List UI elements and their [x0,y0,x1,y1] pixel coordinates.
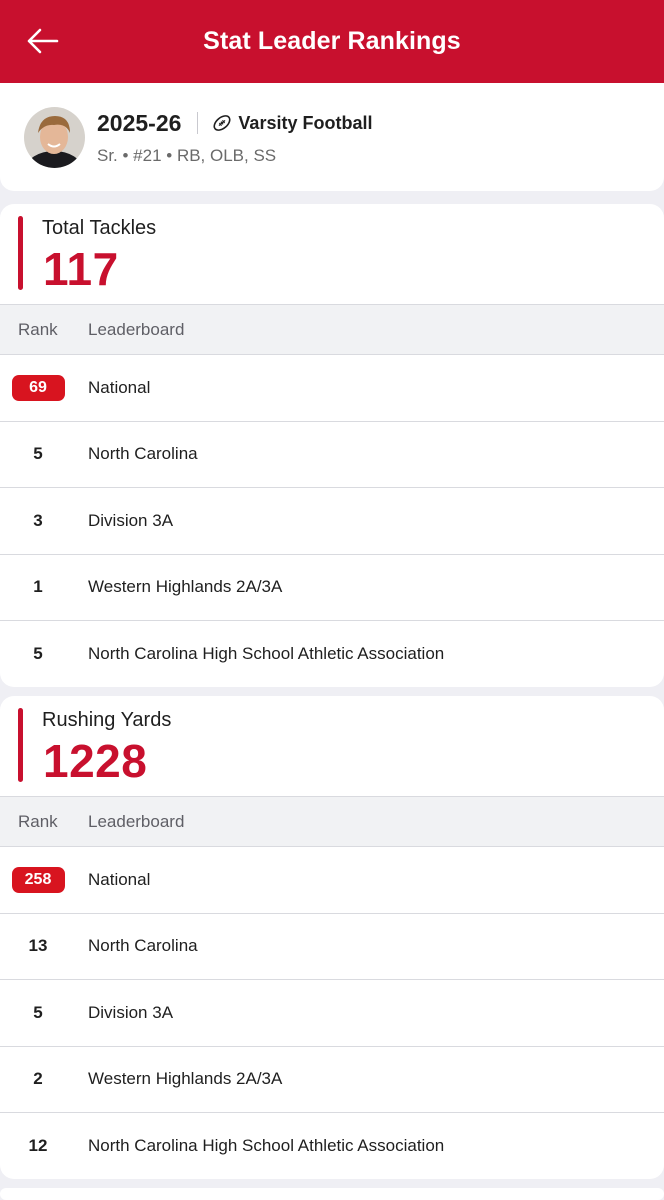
table-row[interactable]: 5 North Carolina High School Athletic As… [0,620,664,687]
table-row[interactable]: 13 North Carolina [0,912,664,980]
leaderboard-column-header: Leaderboard [88,811,185,831]
table-header: Rank Leaderboard [0,796,664,846]
stat-value: 117 [43,243,119,295]
leaderboard-name: Division 3A [88,510,174,530]
stat-header: Total Tackles 117 [0,204,664,304]
table-row[interactable]: 69 National [0,354,664,421]
rank-cell: 5 [33,1002,43,1022]
leaderboard-name: National [88,377,151,397]
rank-cell: 1 [33,577,43,597]
player-info: 2025-26 Varsity Football Sr. • #21 • RB,… [97,108,372,166]
leaderboard-name: North Carolina High School Athletic Asso… [88,1135,445,1155]
leaderboard-name: Western Highlands 2A/3A [88,1069,283,1089]
table-row[interactable]: 2 Western Highlands 2A/3A [0,1045,664,1113]
avatar[interactable] [24,106,85,168]
leaderboard-name: Western Highlands 2A/3A [88,577,283,597]
rank-cell: 12 [28,1135,48,1155]
divider [197,112,199,134]
accent-bar [18,708,23,782]
leaderboard-name: North Carolina [88,444,198,464]
stat-label: Rushing Yards [42,709,172,731]
accent-bar [18,216,23,290]
rank-cell: 5 [33,643,43,663]
stat-value: 1228 [43,735,148,787]
stat-card-rushing-yards: Rushing Yards 1228 Rank Leaderboard 258 … [0,696,664,1179]
leaderboard-name: North Carolina [88,936,198,956]
arrow-left-icon [27,28,59,54]
stat-label: Total Tackles [42,217,157,239]
rank-cell: 2 [33,1069,43,1089]
leaderboard-column-header: Leaderboard [88,319,185,339]
football-icon [213,115,231,131]
back-button[interactable] [22,22,62,60]
sport-label: Varsity Football [212,113,372,134]
leaderboard-name: National [88,869,151,889]
rank-column-header: Rank [18,319,58,339]
table-row[interactable]: 3 Division 3A [0,487,664,554]
stat-header: Rushing Yards 1228 [0,696,664,796]
rank-cell: 69 [0,374,88,401]
table-row[interactable]: 12 North Carolina High School Athletic A… [0,1112,664,1179]
rank-column-header: Rank [18,811,58,831]
rank-badge: 258 [11,866,65,893]
profile-line: 2025-26 Varsity Football [97,108,372,138]
rank-cell: 258 [0,866,88,893]
player-profile: 2025-26 Varsity Football Sr. • #21 • RB,… [0,83,664,191]
table-row[interactable]: 5 North Carolina [0,420,664,488]
player-details: Sr. • #21 • RB, OLB, SS [97,146,277,165]
stat-card-next [0,1188,664,1200]
table-header: Rank Leaderboard [0,304,664,354]
rank-cell: 5 [33,444,43,464]
table-row[interactable]: 5 Division 3A [0,979,664,1046]
table-row[interactable]: 258 National [0,846,664,913]
page-title: Stat Leader Rankings [203,27,461,55]
season-label: 2025-26 [97,109,182,136]
app-header: Stat Leader Rankings [0,0,664,83]
leaderboard-name: North Carolina High School Athletic Asso… [88,643,445,663]
table-row[interactable]: 1 Western Highlands 2A/3A [0,553,664,621]
rank-cell: 13 [28,936,48,956]
leaderboard-name: Division 3A [88,1002,174,1022]
rank-badge: 69 [11,374,65,401]
sport-name: Varsity Football [238,112,373,133]
rank-cell: 3 [33,510,43,530]
stat-card-total-tackles: Total Tackles 117 Rank Leaderboard 69 Na… [0,204,664,687]
